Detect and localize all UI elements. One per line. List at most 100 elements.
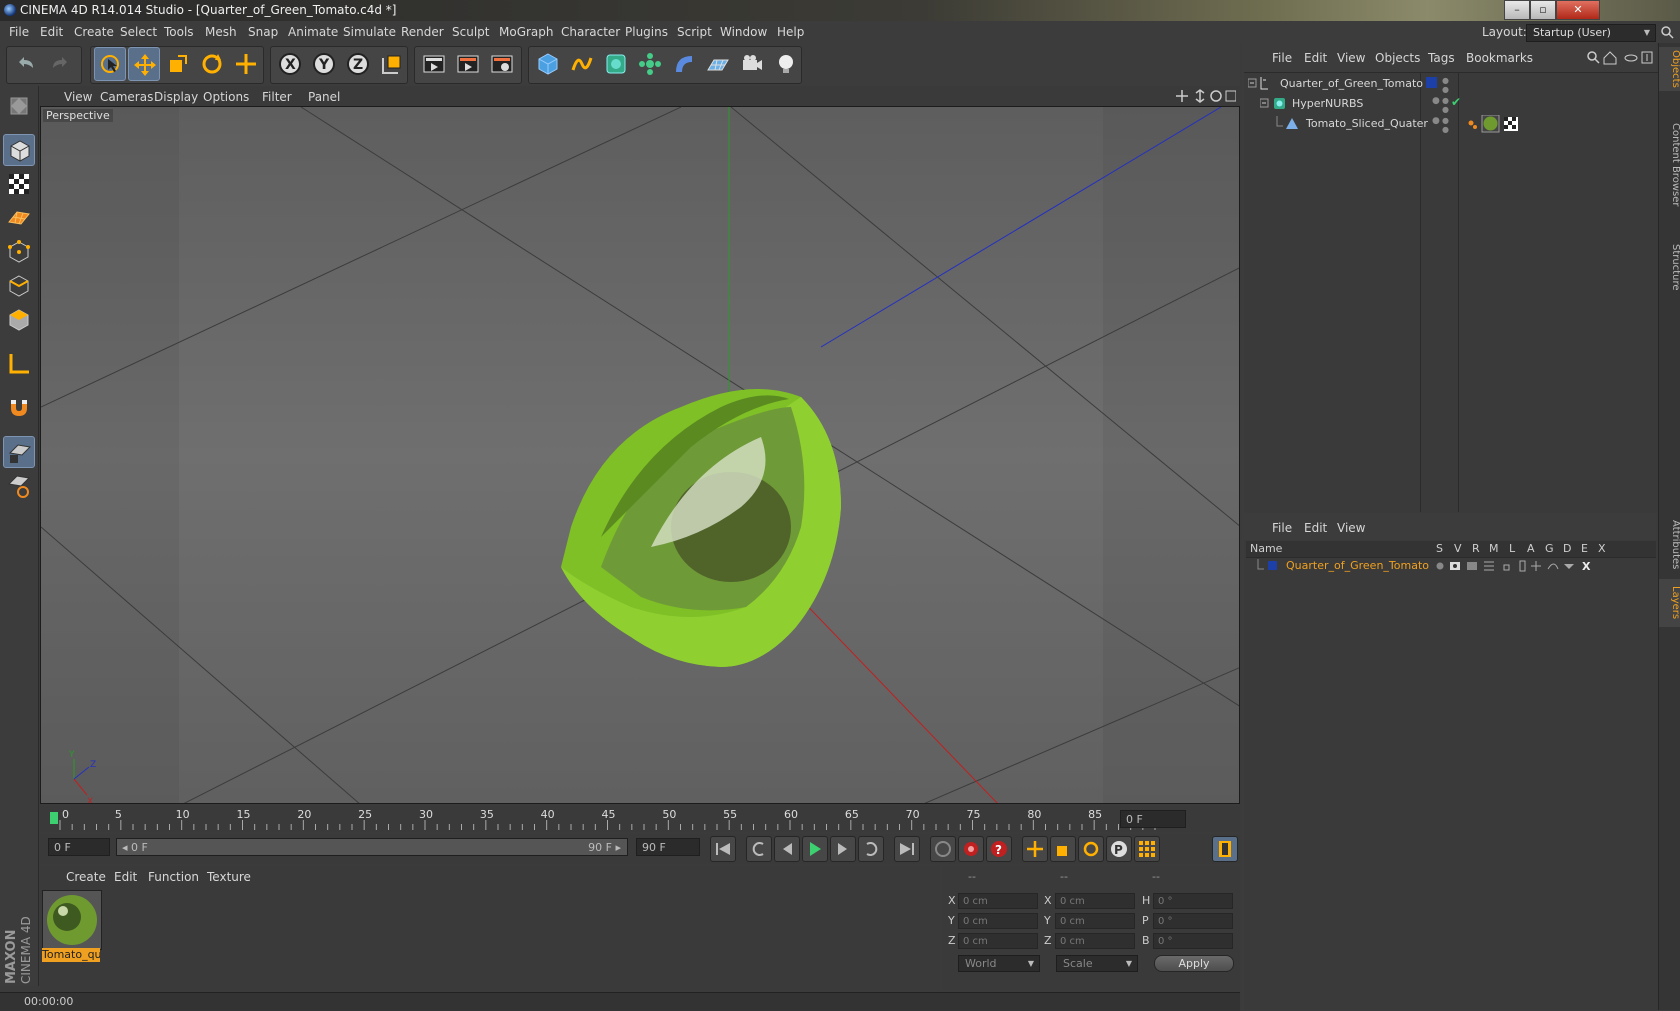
obj-menu-file[interactable]: File (1272, 51, 1292, 65)
material-thumbnail[interactable] (42, 890, 102, 950)
obj-menu-view[interactable]: View (1337, 51, 1365, 65)
obj-menu-edit[interactable]: Edit (1304, 51, 1327, 65)
move-tool-button[interactable] (128, 47, 160, 81)
frame-range-slider[interactable]: ◂ 0 F 90 F ▸ (116, 838, 628, 856)
search-icon[interactable] (1660, 25, 1674, 42)
light-bulb-icon[interactable] (770, 47, 802, 81)
visibility-dots-icon[interactable]: ● ● (1442, 116, 1449, 134)
tab-structure[interactable]: Structure (1659, 239, 1680, 295)
goto-end-button[interactable] (894, 836, 920, 862)
minimize-button[interactable]: – (1504, 0, 1530, 20)
menu-help[interactable]: Help (777, 25, 804, 39)
menu-animate[interactable]: Animate (288, 25, 338, 39)
size-x-field[interactable]: 0 cm (1055, 893, 1135, 909)
col-view[interactable]: V (1454, 542, 1462, 555)
planar-workplane-icon[interactable] (3, 470, 35, 502)
menu-simulate[interactable]: Simulate (343, 25, 396, 39)
rotate-tool-button[interactable] (196, 47, 228, 81)
timeline-ruler[interactable]: 051015202530354045505560657075808590 0 F (40, 806, 1240, 832)
menu-tools[interactable]: Tools (164, 25, 194, 39)
visibility-dots-icon[interactable]: ● ● (1442, 76, 1449, 94)
coordinate-system-button[interactable] (376, 47, 408, 81)
key-rotation-icon[interactable] (1078, 836, 1104, 862)
key-pla-grid-icon[interactable] (1134, 836, 1160, 862)
menu-file[interactable]: File (9, 25, 29, 39)
col-xref[interactable]: X (1598, 542, 1606, 555)
pos-x-field[interactable]: 0 cm (958, 893, 1038, 909)
vp-menu-options[interactable]: Options (203, 90, 249, 104)
render-settings-button[interactable] (486, 47, 518, 81)
mat-menu-edit[interactable]: Edit (114, 870, 137, 884)
autokeying-help-icon[interactable]: ? (986, 836, 1012, 862)
render-view-button[interactable] (418, 47, 450, 81)
enabled-check-icon[interactable]: ✔ (1451, 95, 1461, 109)
record-keys-disabled-icon[interactable] (930, 836, 956, 862)
edges-mode-icon[interactable] (3, 270, 35, 302)
points-mode-icon[interactable] (3, 236, 35, 268)
previous-key-button[interactable] (746, 836, 772, 862)
next-key-button[interactable] (858, 836, 884, 862)
rot-p-field[interactable]: 0 ° (1153, 913, 1233, 929)
live-selection-button[interactable] (94, 47, 126, 81)
menu-create[interactable]: Create (74, 25, 114, 39)
tab-content-browser[interactable]: Content Browser (1659, 97, 1680, 233)
mat-menu-texture[interactable]: Texture (207, 870, 251, 884)
undo-button[interactable] (9, 47, 41, 81)
col-locked[interactable]: L (1509, 542, 1515, 555)
tab-layers[interactable]: Layers (1659, 579, 1680, 627)
menu-mograph[interactable]: MoGraph (499, 25, 554, 39)
tab-objects[interactable]: Objects (1659, 47, 1680, 91)
menu-script[interactable]: Script (677, 25, 712, 39)
key-parameter-icon[interactable]: P (1106, 836, 1132, 862)
mat-menu-create[interactable]: Create (66, 870, 106, 884)
vp-menu-display[interactable]: Display (154, 90, 198, 104)
col-generators[interactable]: G (1545, 542, 1554, 555)
rot-b-field[interactable]: 0 ° (1153, 933, 1233, 949)
pos-z-field[interactable]: 0 cm (958, 933, 1038, 949)
menu-select[interactable]: Select (120, 25, 157, 39)
col-manager[interactable]: M (1489, 542, 1499, 555)
workplane-mode-icon[interactable] (3, 202, 35, 234)
apply-button[interactable]: Apply (1154, 955, 1234, 972)
scale-tool-button[interactable] (162, 47, 194, 81)
vp-menu-view[interactable]: View (64, 90, 92, 104)
vp-menu-cameras[interactable]: Cameras (100, 90, 153, 104)
spline-pen-icon[interactable] (566, 47, 598, 81)
mat-menu-function[interactable]: Function (148, 870, 199, 884)
size-z-field[interactable]: 0 cm (1055, 933, 1135, 949)
redo-button[interactable] (45, 47, 77, 81)
layer-row[interactable]: Quarter_of_Green_Tomato X (1246, 558, 1656, 574)
layer-menu-file[interactable]: File (1272, 521, 1292, 535)
layer-name[interactable]: Quarter_of_Green_Tomato (1286, 559, 1429, 572)
layer-flag-icons[interactable]: X (1436, 559, 1616, 573)
viewport-navigation-icons[interactable] (1176, 89, 1236, 103)
make-editable-icon[interactable] (3, 90, 35, 122)
pos-y-field[interactable]: 0 cm (958, 913, 1038, 929)
menu-window[interactable]: Window (720, 25, 767, 39)
floor-scene-icon[interactable] (702, 47, 734, 81)
visibility-dot-icon[interactable]: ● (1432, 96, 1440, 106)
3d-viewport[interactable]: Y X Z Perspective (40, 106, 1240, 804)
menu-plugins[interactable]: Plugins (625, 25, 668, 39)
col-deformers[interactable]: D (1563, 542, 1571, 555)
menu-snap[interactable]: Snap (248, 25, 278, 39)
rot-h-field[interactable]: 0 ° (1153, 893, 1233, 909)
layer-menu-view[interactable]: View (1337, 521, 1365, 535)
obj-menu-tags[interactable]: Tags (1428, 51, 1455, 65)
maximize-button[interactable]: ▫ (1530, 0, 1556, 20)
size-y-field[interactable]: 0 cm (1055, 913, 1135, 929)
size-mode-dropdown[interactable]: Scale ▼ (1056, 955, 1138, 972)
nurbs-object-icon[interactable] (600, 47, 632, 81)
recent-tool-button[interactable] (230, 47, 262, 81)
col-expressions[interactable]: E (1581, 542, 1588, 555)
menu-render[interactable]: Render (401, 25, 444, 39)
coord-system-dropdown[interactable]: World ▼ (958, 955, 1040, 972)
previous-frame-button[interactable] (774, 836, 800, 862)
goto-start-button[interactable] (710, 836, 736, 862)
key-scale-icon[interactable] (1050, 836, 1076, 862)
render-picture-viewer-button[interactable] (452, 47, 484, 81)
deformer-bend-icon[interactable] (668, 47, 700, 81)
z-axis-lock-button[interactable]: Z (342, 47, 374, 81)
key-position-icon[interactable] (1022, 836, 1048, 862)
layer-menu-edit[interactable]: Edit (1304, 521, 1327, 535)
